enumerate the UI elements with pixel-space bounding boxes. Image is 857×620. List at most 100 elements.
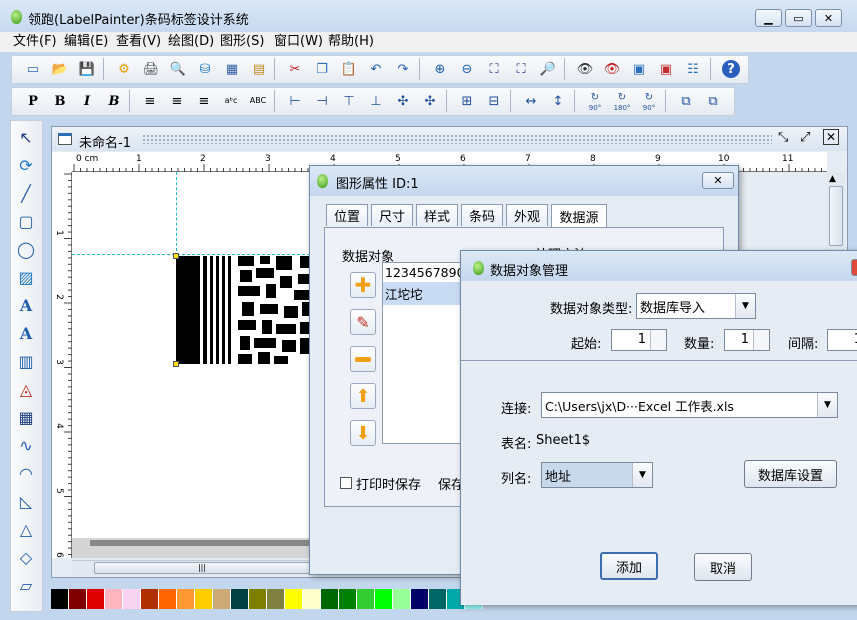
color-swatch[interactable] — [123, 589, 141, 609]
print-preview-button[interactable]: 🔍 — [167, 58, 189, 80]
image-tool-button[interactable]: ▨ — [15, 266, 37, 288]
selection-handle-top-left[interactable] — [173, 253, 179, 259]
zoom-out-button[interactable]: ⊖ — [456, 58, 478, 80]
selection-handle-bottom-left[interactable] — [173, 361, 179, 367]
parallelogram-tool-button[interactable]: ▱ — [15, 574, 37, 596]
list-item[interactable]: 江坨坨 — [383, 282, 465, 305]
rotate-180-button[interactable]: 180° ↻ — [611, 90, 633, 112]
distribute-h-button[interactable]: ⊞ — [456, 90, 478, 112]
diamond-tool-button[interactable]: ◇ — [15, 546, 37, 568]
color-swatch[interactable] — [231, 589, 249, 609]
horizontal-scroll-thumb[interactable]: ||| — [94, 562, 310, 574]
add-data-object-button[interactable]: ✚ — [350, 272, 376, 298]
document-maximize-icon[interactable]: ⤢ — [800, 130, 810, 145]
ellipse-tool-button[interactable]: ◯ — [15, 238, 37, 260]
triangle-tool-button[interactable]: △ — [15, 518, 37, 540]
group-button[interactable]: ⧉ — [675, 90, 697, 112]
minimize-button[interactable]: ▁ — [755, 9, 782, 27]
rect-tool-button[interactable]: ▢ — [15, 210, 37, 232]
center-vertical-button[interactable]: ✣ — [419, 90, 441, 112]
document-restore-icon[interactable]: ⤡ — [778, 130, 788, 145]
maximize-button[interactable]: ▭ — [785, 9, 812, 27]
edit-data-object-button[interactable]: ✎ — [350, 309, 376, 335]
center-horizontal-button[interactable]: ✣ — [392, 90, 414, 112]
align-objects-top-button[interactable]: ⊤ — [338, 90, 360, 112]
bold-italic-button[interactable]: B — [103, 90, 125, 112]
calculator-button[interactable]: ▤ — [248, 58, 270, 80]
align-center-button[interactable]: ≡ — [166, 90, 188, 112]
new-button[interactable]: ▭ — [22, 58, 44, 80]
color-swatch[interactable] — [249, 589, 267, 609]
list-item[interactable]: 12345678901 — [383, 263, 465, 282]
menu-help[interactable]: 帮助(H) — [328, 33, 374, 51]
menu-edit[interactable]: 编辑(E) — [64, 33, 108, 51]
label-canvas[interactable] — [72, 172, 310, 538]
menu-window[interactable]: 窗口(W) — [274, 33, 323, 51]
color-swatch[interactable] — [357, 589, 375, 609]
tab-position[interactable]: 位置 — [326, 204, 368, 226]
color-swatch[interactable] — [429, 589, 447, 609]
count-stepper[interactable]: 1 — [724, 329, 770, 351]
color-swatch[interactable] — [411, 589, 429, 609]
color-swatch[interactable] — [87, 589, 105, 609]
column-name-select[interactable]: 地址 ▼ — [541, 462, 653, 488]
arc-tool-button[interactable]: ◠ — [15, 462, 37, 484]
tab-appearance[interactable]: 外观 — [506, 204, 548, 226]
data-manager-close-button[interactable] — [851, 259, 857, 276]
close-button[interactable]: ✕ — [815, 9, 842, 27]
show-button[interactable]: 👁 — [574, 58, 596, 80]
database-button[interactable]: ⛁ — [194, 58, 216, 80]
color-swatch[interactable] — [339, 589, 357, 609]
color-swatch[interactable] — [375, 589, 393, 609]
color-swatch[interactable] — [51, 589, 69, 609]
print-save-checkbox[interactable] — [340, 477, 352, 489]
interval-stepper[interactable]: 1 — [827, 329, 857, 351]
outline-text-tool-button[interactable]: A — [15, 322, 37, 344]
color-swatch[interactable] — [393, 589, 411, 609]
same-width-button[interactable]: ↔ — [520, 90, 542, 112]
chevron-down-icon[interactable]: ▼ — [735, 294, 755, 318]
tab-style[interactable]: 样式 — [416, 204, 458, 226]
move-up-button[interactable]: ⬆ — [350, 383, 376, 409]
rotate-tool-button[interactable]: ⟳ — [15, 154, 37, 176]
distribute-v-button[interactable]: ⊟ — [483, 90, 505, 112]
zoom-custom-button[interactable]: 🔎 — [537, 58, 559, 80]
barcode-tool-button[interactable]: ▥ — [15, 350, 37, 372]
bold-button[interactable]: B — [49, 90, 71, 112]
qrcode-tool-button[interactable]: ▦ — [15, 406, 37, 428]
select-tool-button[interactable]: ↖ — [15, 126, 37, 148]
rotate-270-button[interactable]: 90° ↻ — [638, 90, 660, 112]
data-objects-list[interactable]: 12345678901 江坨坨 — [382, 262, 466, 444]
copy-button[interactable]: ❐ — [311, 58, 333, 80]
tab-size[interactable]: 尺寸 — [371, 204, 413, 226]
align-objects-bottom-button[interactable]: ⊥ — [365, 90, 387, 112]
document-close-icon[interactable]: ✕ — [823, 129, 839, 145]
line-tool-button[interactable]: ╱ — [15, 182, 37, 204]
color-swatch[interactable] — [141, 589, 159, 609]
curve-tool-button[interactable]: ∿ — [15, 434, 37, 456]
fit-width-button[interactable]: ⛶ — [510, 58, 532, 80]
ungroup-button[interactable]: ⧉ — [702, 90, 724, 112]
lock-button[interactable]: ▣ — [628, 58, 650, 80]
database-settings-button[interactable]: 数据库设置 — [744, 460, 837, 488]
chevron-down-icon[interactable]: ▼ — [817, 393, 837, 417]
color-swatch[interactable] — [267, 589, 285, 609]
color-swatch[interactable] — [195, 589, 213, 609]
menu-file[interactable]: 文件(F) — [13, 33, 57, 51]
fit-page-button[interactable]: ⛶ — [483, 58, 505, 80]
color-swatch[interactable] — [285, 589, 303, 609]
undo-button[interactable]: ↶ — [365, 58, 387, 80]
tab-barcode[interactable]: 条码 — [461, 204, 503, 226]
polyline-tool-button[interactable]: ◺ — [15, 490, 37, 512]
color-swatch[interactable] — [321, 589, 339, 609]
data-object-type-select[interactable]: 数据库导入 ▼ — [636, 293, 756, 319]
settings-button[interactable]: ⚙ — [113, 58, 135, 80]
menu-view[interactable]: 查看(V) — [116, 33, 161, 51]
unlock-button[interactable]: ▣ — [655, 58, 677, 80]
align-objects-left-button[interactable]: ⊢ — [284, 90, 306, 112]
color-swatch[interactable] — [177, 589, 195, 609]
move-down-button[interactable]: ⬇ — [350, 420, 376, 446]
redo-button[interactable]: ↷ — [392, 58, 414, 80]
color-swatch[interactable] — [303, 589, 321, 609]
menu-shape[interactable]: 图形(S) — [220, 33, 264, 51]
